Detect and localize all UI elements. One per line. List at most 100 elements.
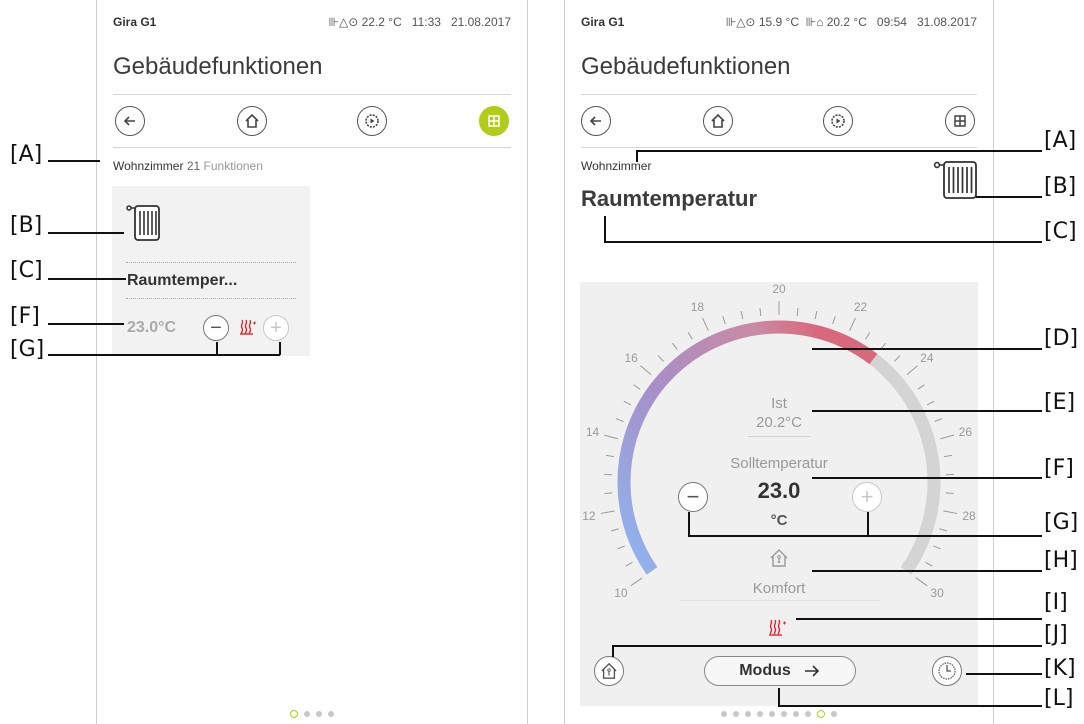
page-dot[interactable] [316,711,322,717]
callout-line [688,512,690,536]
divider [581,94,977,95]
page-dot[interactable] [831,711,837,717]
callout-line [604,216,606,242]
clock-icon [938,662,956,680]
setpoint-label: Solltemperatur [730,455,828,472]
page-dot[interactable] [745,711,751,717]
dial-tick-label: 20 [772,282,786,296]
date: 21.08.2017 [450,15,511,29]
callout-line [279,342,281,355]
tile-divider [126,262,296,263]
thermometer-inside-icon: ⊪⌂ [805,15,824,29]
status-bar: ⊪△⊙ 15.9 °C ⊪⌂ 20.2 °C 09:54 31.08.2017 [726,15,977,29]
plus-icon: + [270,316,282,339]
function-tile-raumtemperatur[interactable]: Raumtemper... 23.0°C − + [112,186,310,356]
comfort-mode-button[interactable] [594,656,624,686]
page-dot[interactable] [757,711,763,717]
callout-l-right: [L] [1044,686,1074,711]
clock-time: 09:54 [876,15,907,29]
dial-tick-label: 18 [690,300,705,315]
radiator-icon [126,205,160,241]
callout-line [812,570,1042,572]
page-dot-current[interactable] [817,710,825,718]
callout-line [48,354,280,356]
callout-line [216,342,218,355]
callout-h-right: [H] [1044,548,1078,573]
house-icon [601,662,617,679]
page-indicator[interactable] [565,710,993,718]
minus-icon: − [686,484,700,509]
divider [113,94,511,95]
device-name: Gira G1 [581,15,625,29]
home-button[interactable] [237,106,267,136]
plus-icon: + [860,484,874,509]
dial-tick [759,307,762,317]
home-button[interactable] [703,106,733,136]
page-indicator[interactable] [97,710,527,718]
decrease-setpoint-button[interactable]: − [678,482,708,512]
dial-tick [657,355,664,362]
dial-tick [865,332,871,340]
date: 31.08.2017 [916,15,977,29]
callout-b-right: [B] [1044,174,1077,199]
page-dot[interactable] [304,711,310,717]
functions-grid-button[interactable] [945,106,975,136]
grid-icon [488,115,500,127]
minus-icon: − [210,316,222,339]
callout-line [48,323,124,325]
dial-tick [849,317,856,331]
setpoint-unit: °C [770,512,788,529]
room-name: Wohnzimmer [113,159,184,173]
mode-button[interactable]: Modus [704,656,856,686]
callout-g-left: [G] [10,337,45,362]
callout-f-right: [F] [1044,456,1074,481]
dial-tick [610,528,619,532]
callout-line [612,645,614,657]
left-device-screen: Gira G1 ⊪△⊙ 22.2 °C 11:33 21.08.2017 Geb… [96,0,528,724]
dial-tick [796,307,799,317]
back-button[interactable] [581,106,611,136]
callout-k-right: [K] [1044,656,1076,681]
page-dot[interactable] [721,711,727,717]
callout-d-right: [D] [1044,326,1079,351]
dial-tick [722,316,726,325]
callout-c-right: [C] [1044,219,1077,244]
dial-tick [740,311,744,320]
heating-icon [769,619,786,636]
increase-setpoint-button[interactable]: + [852,482,882,512]
page-dot[interactable] [328,711,334,717]
page-dot[interactable] [733,711,739,717]
dial-tick [894,355,901,362]
callout-e-right: [E] [1044,390,1076,415]
decrease-button[interactable]: − [203,315,229,341]
mode-label: Komfort [752,580,806,597]
dial-tick-label: 24 [920,350,934,365]
page-title: Gebäudefunktionen [113,53,323,80]
tile-temperature-value: 23.0°C [127,319,177,336]
dial-tick [702,317,709,331]
clock-time: 11:33 [411,15,441,29]
page-dot-current[interactable] [290,710,298,718]
dial-ticks [600,301,958,587]
page-dot[interactable] [793,711,799,717]
scenes-button[interactable] [357,106,387,136]
callout-line [812,348,1042,350]
functions-grid-button[interactable] [479,106,509,136]
dial-tick [906,365,918,376]
increase-button[interactable]: + [263,315,289,341]
page-dot[interactable] [769,711,775,717]
comfort-mode-icon [770,549,788,567]
page-dot[interactable] [805,711,811,717]
arrow-left-icon [123,116,135,126]
functions-label: Funktionen [203,159,263,173]
callout-line [812,410,1042,412]
outside-temperature: 15.9 °C [758,15,799,29]
timer-button[interactable] [932,656,962,686]
setpoint-value: 23.0 [757,478,801,503]
callout-a-right: [A] [1044,128,1077,153]
home-icon [711,113,725,128]
scenes-button[interactable] [823,106,853,136]
back-button[interactable] [115,106,145,136]
page-dot[interactable] [781,711,787,717]
dial-tick [604,434,618,440]
